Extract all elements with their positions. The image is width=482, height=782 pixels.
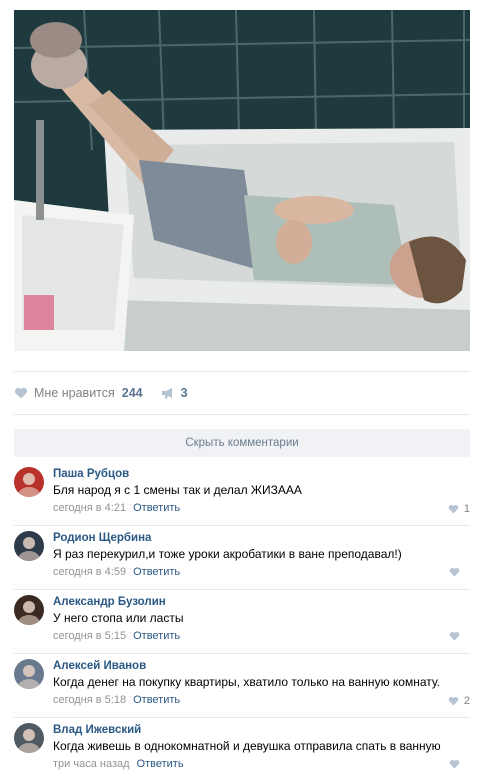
- reply-button[interactable]: Ответить: [137, 758, 184, 770]
- comment-like-count: 2: [463, 695, 470, 707]
- comment-like-button[interactable]: 1: [448, 503, 470, 515]
- comment-author[interactable]: Александр Бузолин: [53, 595, 166, 609]
- heart-icon: [449, 567, 460, 577]
- post-photo[interactable]: [14, 10, 470, 351]
- reply-button[interactable]: Ответить: [133, 502, 180, 514]
- reply-button[interactable]: Ответить: [133, 694, 180, 706]
- avatar[interactable]: [14, 723, 44, 753]
- comment-meta: сегодня в 5:15 Ответить: [53, 630, 470, 643]
- comment-item: Паша Рубцов Бля народ я с 1 смены так и д…: [14, 462, 470, 526]
- comment-like-button[interactable]: 2: [448, 695, 470, 707]
- comment-meta: три часа назад Ответить: [53, 758, 470, 771]
- comment-text: Бля народ я с 1 смены так и делал ЖИЗААА: [53, 483, 302, 497]
- divider: [14, 414, 470, 415]
- comment-item: Алексей Иванов Когда денег на покупку ква…: [14, 654, 470, 718]
- comment-time[interactable]: сегодня в 5:18: [53, 694, 126, 706]
- heart-icon: [449, 759, 460, 769]
- comment-author[interactable]: Алексей Иванов: [53, 659, 146, 673]
- comment-meta: сегодня в 5:18 Ответить: [53, 694, 470, 707]
- comment-time[interactable]: сегодня в 5:15: [53, 630, 126, 642]
- divider: [14, 371, 470, 372]
- avatar[interactable]: [14, 467, 44, 497]
- comment-text: У него стопа или ласты: [53, 611, 184, 625]
- hide-comments-button[interactable]: Скрыть комментарии: [14, 429, 470, 457]
- avatar[interactable]: [14, 595, 44, 625]
- comment-time[interactable]: сегодня в 4:59: [53, 566, 126, 578]
- comment-time[interactable]: сегодня в 4:21: [53, 502, 126, 514]
- avatar[interactable]: [14, 659, 44, 689]
- reply-button[interactable]: Ответить: [133, 630, 180, 642]
- heart-icon: [14, 387, 28, 399]
- like-label: Мне нравится: [34, 386, 115, 400]
- comment-text: Когда живешь в однокомнатной и девушка о…: [53, 739, 441, 753]
- heart-icon: [448, 696, 459, 706]
- like-count: 244: [121, 386, 143, 400]
- comment-item: Родион Щербина Я раз перекурил,и тоже уро…: [14, 526, 470, 590]
- comment-meta: сегодня в 4:21 Ответить: [53, 502, 470, 515]
- like-button[interactable]: Мне нравится 244: [14, 386, 143, 400]
- post-actions: Мне нравится 244 3: [14, 382, 188, 404]
- comment-author[interactable]: Родион Щербина: [53, 531, 151, 545]
- comment-like-button[interactable]: [449, 759, 470, 769]
- comments-list: Паша Рубцов Бля народ я с 1 смены так и д…: [14, 462, 470, 782]
- comment-text: Когда денег на покупку квартиры, хватило…: [53, 675, 441, 689]
- share-count: 3: [180, 386, 188, 400]
- share-button[interactable]: 3: [161, 386, 188, 400]
- comment-author[interactable]: Влад Ижевский: [53, 723, 141, 737]
- reply-button[interactable]: Ответить: [133, 566, 180, 578]
- heart-icon: [448, 504, 459, 514]
- megaphone-icon: [161, 388, 172, 399]
- heart-icon: [449, 631, 460, 641]
- comment-like-button[interactable]: [449, 631, 470, 641]
- comment-text: Я раз перекурил,и тоже уроки акробатики …: [53, 547, 402, 561]
- comment-time[interactable]: три часа назад: [53, 758, 130, 770]
- comment-like-count: 1: [463, 503, 470, 515]
- comment-meta: сегодня в 4:59 Ответить: [53, 566, 470, 579]
- comment-author[interactable]: Паша Рубцов: [53, 467, 129, 481]
- comment-item: Влад Ижевский Когда живешь в однокомнатно…: [14, 718, 470, 782]
- comment-like-button[interactable]: [449, 567, 470, 577]
- avatar[interactable]: [14, 531, 44, 561]
- comment-item: Александр Бузолин У него стопа или ласты с…: [14, 590, 470, 654]
